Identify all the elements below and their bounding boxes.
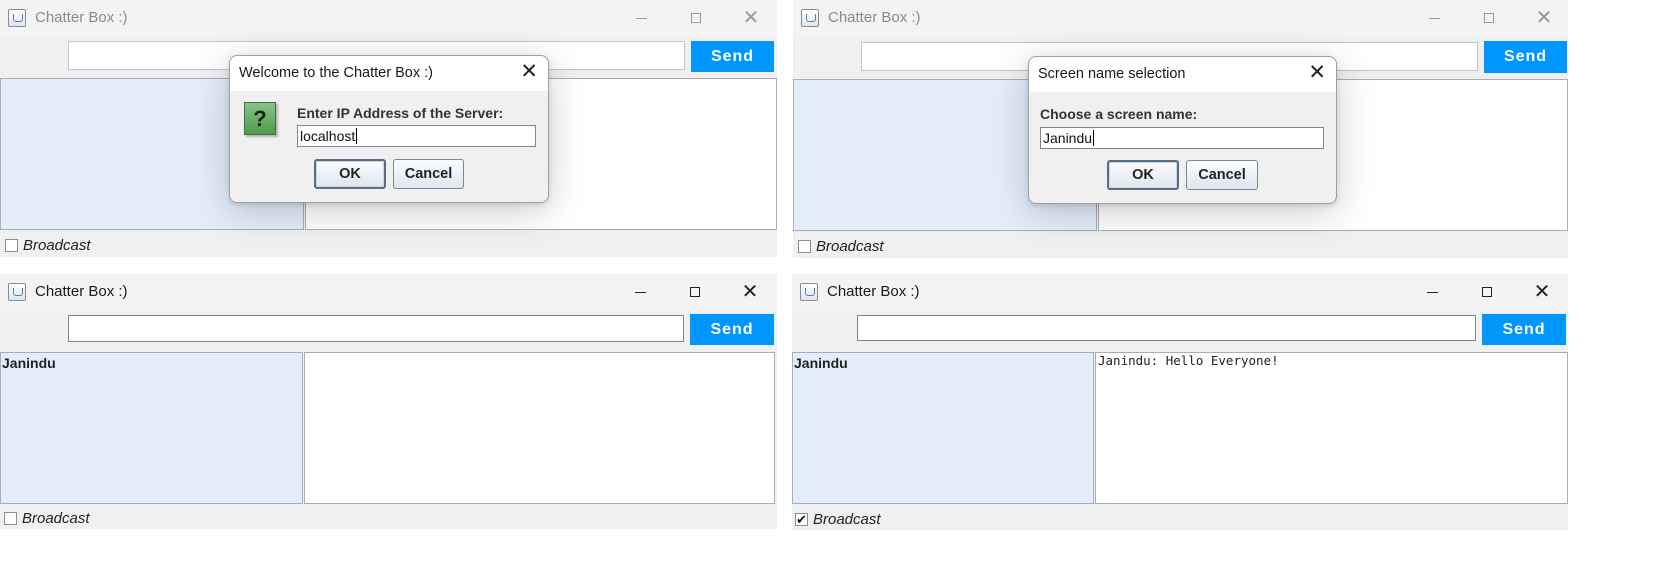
title-bar[interactable]: Chatter Box :) ✕ <box>0 0 777 38</box>
window-title: Chatter Box :) <box>827 283 920 300</box>
send-button[interactable]: Send <box>1482 314 1566 345</box>
minimize-icon <box>1426 291 1438 293</box>
java-app-icon <box>8 283 26 301</box>
java-app-icon <box>8 9 26 27</box>
server-ip-dialog: Welcome to the Chatter Box :) ✕ ? Enter … <box>229 55 549 203</box>
close-icon: ✕ <box>1533 281 1551 303</box>
screen-name-input[interactable]: Janindu <box>1040 127 1324 149</box>
close-button[interactable]: ✕ <box>1521 0 1567 36</box>
minimize-button[interactable] <box>618 0 664 36</box>
maximize-button[interactable] <box>1466 0 1512 36</box>
user-list-item[interactable]: Janindu <box>794 355 1092 371</box>
maximize-icon <box>690 287 700 297</box>
minimize-button[interactable] <box>1409 274 1455 310</box>
dialog-close-icon[interactable]: ✕ <box>520 61 538 82</box>
maximize-button[interactable] <box>1464 274 1510 310</box>
maximize-icon <box>691 13 701 23</box>
dialog-title-bar[interactable]: Screen name selection ✕ <box>1029 57 1336 92</box>
dialog-title: Welcome to the Chatter Box :) <box>239 65 433 81</box>
chatter-window-3: Chatter Box :) ✕ Send Janindu Broadcast <box>0 274 777 529</box>
broadcast-label: Broadcast <box>813 511 881 528</box>
broadcast-checkbox[interactable]: Broadcast <box>798 238 884 255</box>
minimize-icon <box>634 291 646 293</box>
chat-area <box>304 352 775 504</box>
broadcast-label: Broadcast <box>23 237 91 254</box>
close-icon: ✕ <box>742 7 760 29</box>
text-caret <box>1093 130 1095 146</box>
send-button[interactable]: Send <box>691 41 774 72</box>
dialog-prompt: Choose a screen name: <box>1040 106 1198 122</box>
maximize-icon <box>1482 287 1492 297</box>
cancel-button[interactable]: Cancel <box>393 159 464 189</box>
window-title: Chatter Box :) <box>35 283 128 300</box>
cancel-button[interactable]: Cancel <box>1186 160 1258 190</box>
dialog-prompt: Enter IP Address of the Server: <box>297 105 504 121</box>
maximize-button[interactable] <box>673 0 719 36</box>
checkbox-box-checked[interactable]: ✔ <box>795 513 808 526</box>
broadcast-checkbox[interactable]: Broadcast <box>4 510 90 527</box>
user-list-item[interactable]: Janindu <box>2 355 301 371</box>
broadcast-label: Broadcast <box>816 238 884 255</box>
title-bar[interactable]: Chatter Box :) ✕ <box>793 0 1568 38</box>
maximize-icon <box>1484 13 1494 23</box>
close-icon: ✕ <box>741 281 759 303</box>
input-text: localhost <box>300 128 356 144</box>
window-title: Chatter Box :) <box>35 9 128 26</box>
message-input[interactable] <box>857 315 1476 341</box>
close-icon: ✕ <box>1535 7 1553 29</box>
java-app-icon <box>800 283 818 301</box>
close-button[interactable]: ✕ <box>1519 274 1565 310</box>
minimize-button[interactable] <box>1411 0 1457 36</box>
title-bar[interactable]: Chatter Box :) ✕ <box>0 274 777 312</box>
chatter-window-4: Chatter Box :) ✕ Send Janindu Janindu: H… <box>792 274 1568 530</box>
minimize-button[interactable] <box>617 274 663 310</box>
broadcast-label: Broadcast <box>22 510 90 527</box>
input-text: Janindu <box>1043 130 1093 146</box>
send-button[interactable]: Send <box>690 314 774 345</box>
dialog-close-icon[interactable]: ✕ <box>1308 62 1326 83</box>
user-list[interactable]: Janindu <box>0 352 303 504</box>
broadcast-checkbox[interactable]: ✔ Broadcast <box>795 511 881 528</box>
title-bar[interactable]: Chatter Box :) ✕ <box>792 274 1568 312</box>
dialog-title-bar[interactable]: Welcome to the Chatter Box :) ✕ <box>230 56 548 91</box>
checkbox-box[interactable] <box>5 239 18 252</box>
text-caret <box>356 128 358 144</box>
close-button[interactable]: ✕ <box>728 0 774 36</box>
minimize-icon <box>1428 17 1440 19</box>
ok-button[interactable]: OK <box>314 159 386 189</box>
dialog-title: Screen name selection <box>1038 66 1186 82</box>
ok-button[interactable]: OK <box>1107 160 1179 190</box>
minimize-icon <box>635 17 647 19</box>
checkbox-box[interactable] <box>798 240 811 253</box>
send-button[interactable]: Send <box>1484 41 1567 73</box>
question-icon: ? <box>244 102 276 135</box>
broadcast-checkbox[interactable]: Broadcast <box>5 237 91 254</box>
window-title: Chatter Box :) <box>828 9 921 26</box>
server-ip-input[interactable]: localhost <box>297 125 536 147</box>
close-button[interactable]: ✕ <box>727 274 773 310</box>
checkbox-box[interactable] <box>4 512 17 525</box>
java-app-icon <box>801 9 819 27</box>
user-list[interactable]: Janindu <box>792 352 1094 504</box>
chat-area: Janindu: Hello Everyone! <box>1095 352 1568 504</box>
message-input[interactable] <box>68 315 684 342</box>
screen-name-dialog: Screen name selection ✕ Choose a screen … <box>1028 56 1337 204</box>
maximize-button[interactable] <box>672 274 718 310</box>
